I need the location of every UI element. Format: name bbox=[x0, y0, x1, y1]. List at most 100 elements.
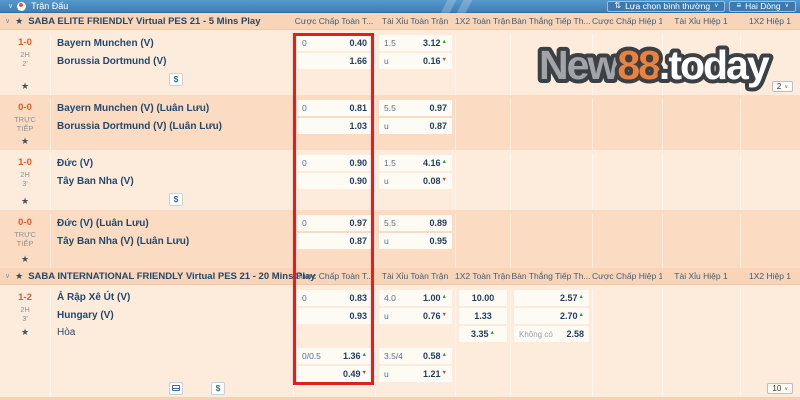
odds-under[interactable]: u 0.76 ▼ bbox=[379, 308, 452, 324]
arrow-up-icon: ▲ bbox=[441, 159, 447, 166]
odds-nextgoal-home[interactable]: 2.57 ▲ bbox=[514, 290, 589, 306]
column-header-overunder: Tài Xỉu Toàn Trận bbox=[381, 271, 449, 281]
column-header-1x2: 1X2 Toàn Trận bbox=[455, 271, 510, 281]
arrow-up-icon: ▲ bbox=[441, 352, 447, 359]
match-period: 2H bbox=[20, 50, 30, 59]
odds-handicap-away[interactable]: 1.66 bbox=[297, 53, 372, 69]
favorite-star-icon[interactable]: ★ bbox=[21, 328, 29, 337]
collapse-chevron-icon[interactable]: ∨ bbox=[5, 17, 10, 25]
arrow-up-icon: ▲ bbox=[489, 330, 495, 337]
column-header-handicap-h1: Cược Chấp Hiệp 1 bbox=[592, 271, 662, 281]
odds-handicap2-home[interactable]: 0/0.5 1.36 ▲ bbox=[297, 348, 372, 364]
match-score: 0-0 bbox=[18, 216, 32, 228]
bet-dollar-button[interactable]: $ bbox=[169, 72, 183, 86]
column-header-nextgoal: Bàn Thắng Tiếp Th... bbox=[511, 16, 591, 26]
card-icon bbox=[172, 385, 180, 392]
sports-ball-icon bbox=[17, 1, 27, 11]
odds-nextgoal-away[interactable]: 2.70 ▲ bbox=[514, 308, 589, 324]
odds-under[interactable]: u 0.16 ▼ bbox=[379, 53, 452, 69]
league-header: ∨ ★ SABA INTERNATIONAL FRIENDLY Virtual … bbox=[0, 268, 800, 285]
odds-1x2-draw[interactable]: 3.35 ▲ bbox=[459, 326, 507, 342]
favorite-star-icon[interactable]: ★ bbox=[21, 197, 29, 206]
odds-over[interactable]: 5.5 0.89 bbox=[379, 215, 452, 231]
odds-1x2-home[interactable]: 10.00 bbox=[459, 290, 507, 306]
away-team-name: Tây Ban Nha (V) bbox=[57, 175, 134, 187]
1x2-column: 10.00 1.33 3.35 ▲ bbox=[455, 289, 510, 397]
odds-under2[interactable]: u 1.21 ▼ bbox=[379, 366, 452, 382]
odds-over[interactable]: 1.5 4.16 ▲ bbox=[379, 155, 452, 171]
logo-part-today: .today bbox=[659, 42, 770, 88]
next-goal-column: 2.57 ▲ 2.70 ▲ Không có 2.58 bbox=[510, 289, 592, 397]
handicap-column: 0 0.81 1.03 bbox=[293, 99, 375, 150]
handicap-column: 0 0.97 0.87 bbox=[293, 214, 375, 268]
arrow-up-icon: ▲ bbox=[441, 39, 447, 46]
cash-out-button[interactable] bbox=[169, 381, 183, 395]
home-team-name: Đức (V) bbox=[57, 157, 94, 169]
filter-icon: ⇅ bbox=[614, 1, 622, 10]
match-info: 0-0 TRỰC TIẾP ★ bbox=[0, 99, 50, 150]
odds-handicap-home[interactable]: 0 0.97 bbox=[297, 215, 372, 231]
match-score: 1-2 bbox=[18, 291, 32, 303]
odds-over[interactable]: 1.5 3.12 ▲ bbox=[379, 35, 452, 51]
column-header-overunder-h1: Tài Xỉu Hiệp 1 bbox=[674, 271, 728, 281]
match-clock: 3' bbox=[22, 179, 28, 188]
favorite-star-icon[interactable]: ★ bbox=[21, 255, 29, 264]
chevron-down-icon: ∨ bbox=[714, 3, 719, 9]
odds-over2[interactable]: 3.5/4 0.58 ▲ bbox=[379, 348, 452, 364]
page-title: Trận Đấu bbox=[31, 1, 69, 11]
column-header-overunder: Tài Xỉu Toàn Trận bbox=[381, 16, 449, 26]
odds-handicap2-away[interactable]: 0.49 ▼ bbox=[297, 366, 372, 382]
column-header-overunder-h1: Tài Xỉu Hiệp 1 bbox=[674, 16, 728, 26]
odds-handicap-away[interactable]: 0.93 bbox=[297, 308, 372, 324]
favorite-star-icon[interactable]: ★ bbox=[21, 137, 29, 146]
overunder-column: 1.5 4.16 ▲ u 0.08 ▼ bbox=[375, 154, 455, 210]
arrow-up-icon: ▲ bbox=[578, 312, 584, 319]
draw-label: Hòa bbox=[57, 326, 76, 338]
league-title: SABA INTERNATIONAL FRIENDLY Virtual PES … bbox=[28, 270, 316, 282]
odds-handicap-home[interactable]: 0 0.90 bbox=[297, 155, 372, 171]
odds-handicap-away[interactable]: 0.90 bbox=[297, 173, 372, 189]
odds-nextgoal-none[interactable]: Không có 2.58 bbox=[514, 326, 589, 342]
match-info: 1-0 2H 3' ★ bbox=[0, 154, 50, 210]
display-mode-dropdown[interactable]: ≡ Hai Dòng ∨ bbox=[729, 0, 796, 12]
handicap-column: 0 0.90 0.90 bbox=[293, 154, 375, 210]
rows-icon: ≡ bbox=[736, 1, 742, 10]
odds-handicap-home[interactable]: 0 0.83 bbox=[297, 290, 372, 306]
match-row: 1-2 2H 3' ★ Ả Rập Xê Út (V) Hungary (V) … bbox=[0, 285, 800, 397]
odds-under[interactable]: u 0.95 bbox=[379, 233, 452, 249]
bet-dollar-button[interactable]: $ bbox=[211, 381, 225, 395]
away-team-name: Tây Ban Nha (V) (Luân Lưu) bbox=[57, 235, 190, 247]
column-header-handicap: Cược Chấp Toàn T... bbox=[294, 271, 374, 281]
overunder-column: 5.5 0.97 u 0.87 bbox=[375, 99, 455, 150]
logo-part-new: New bbox=[539, 42, 619, 88]
odds-filter-dropdown[interactable]: ⇅ Lựa chọn bình thường ∨ bbox=[607, 0, 726, 12]
odds-handicap-home[interactable]: 0 0.81 bbox=[297, 100, 372, 116]
collapse-chevron-icon[interactable]: ∨ bbox=[5, 272, 10, 280]
match-score: 1-0 bbox=[18, 156, 32, 168]
live-badge: TRỰC bbox=[14, 115, 36, 124]
match-score: 1-0 bbox=[18, 36, 32, 48]
away-team-name: Borussia Dortmund (V) (Luân Lưu) bbox=[57, 120, 223, 132]
odds-under[interactable]: u 0.08 ▼ bbox=[379, 173, 452, 189]
league-star-icon[interactable]: ★ bbox=[15, 16, 23, 26]
league-title: SABA ELITE FRIENDLY Virtual PES 21 - 5 M… bbox=[28, 15, 261, 27]
favorite-star-icon[interactable]: ★ bbox=[21, 82, 29, 91]
odds-1x2-away[interactable]: 1.33 bbox=[459, 308, 507, 324]
home-team-name: Bayern Munchen (V) (Luân Lưu) bbox=[57, 102, 210, 114]
market-lines-dropdown[interactable]: 10 ∨ bbox=[767, 383, 793, 394]
odds-handicap-away[interactable]: 0.87 bbox=[297, 233, 372, 249]
odds-handicap-away[interactable]: 1.03 bbox=[297, 118, 372, 134]
column-header-1x2: 1X2 Toàn Trận bbox=[455, 16, 510, 26]
bet-dollar-button[interactable]: $ bbox=[169, 192, 183, 206]
handicap-column: 0 0.40 1.66 bbox=[293, 34, 375, 95]
overunder-column: 4.0 1.00 ▲ u 0.76 ▼ 3.5/4 0.58 ▲ u 1.21 ▼ bbox=[375, 289, 455, 397]
odds-under[interactable]: u 0.87 bbox=[379, 118, 452, 134]
odds-handicap-home[interactable]: 0 0.40 bbox=[297, 35, 372, 51]
league-star-icon[interactable]: ★ bbox=[15, 271, 23, 281]
odds-over[interactable]: 5.5 0.97 bbox=[379, 100, 452, 116]
home-team-name: Ả Rập Xê Út (V) bbox=[57, 292, 131, 304]
match-row: 0-0 TRỰC TIẾP ★ Đức (V) (Luân Lưu) Tây B… bbox=[0, 210, 800, 268]
collapse-chevron-icon[interactable]: ∨ bbox=[8, 3, 13, 10]
watermark-logo: New88.today bbox=[536, 38, 776, 92]
odds-over[interactable]: 4.0 1.00 ▲ bbox=[379, 290, 452, 306]
